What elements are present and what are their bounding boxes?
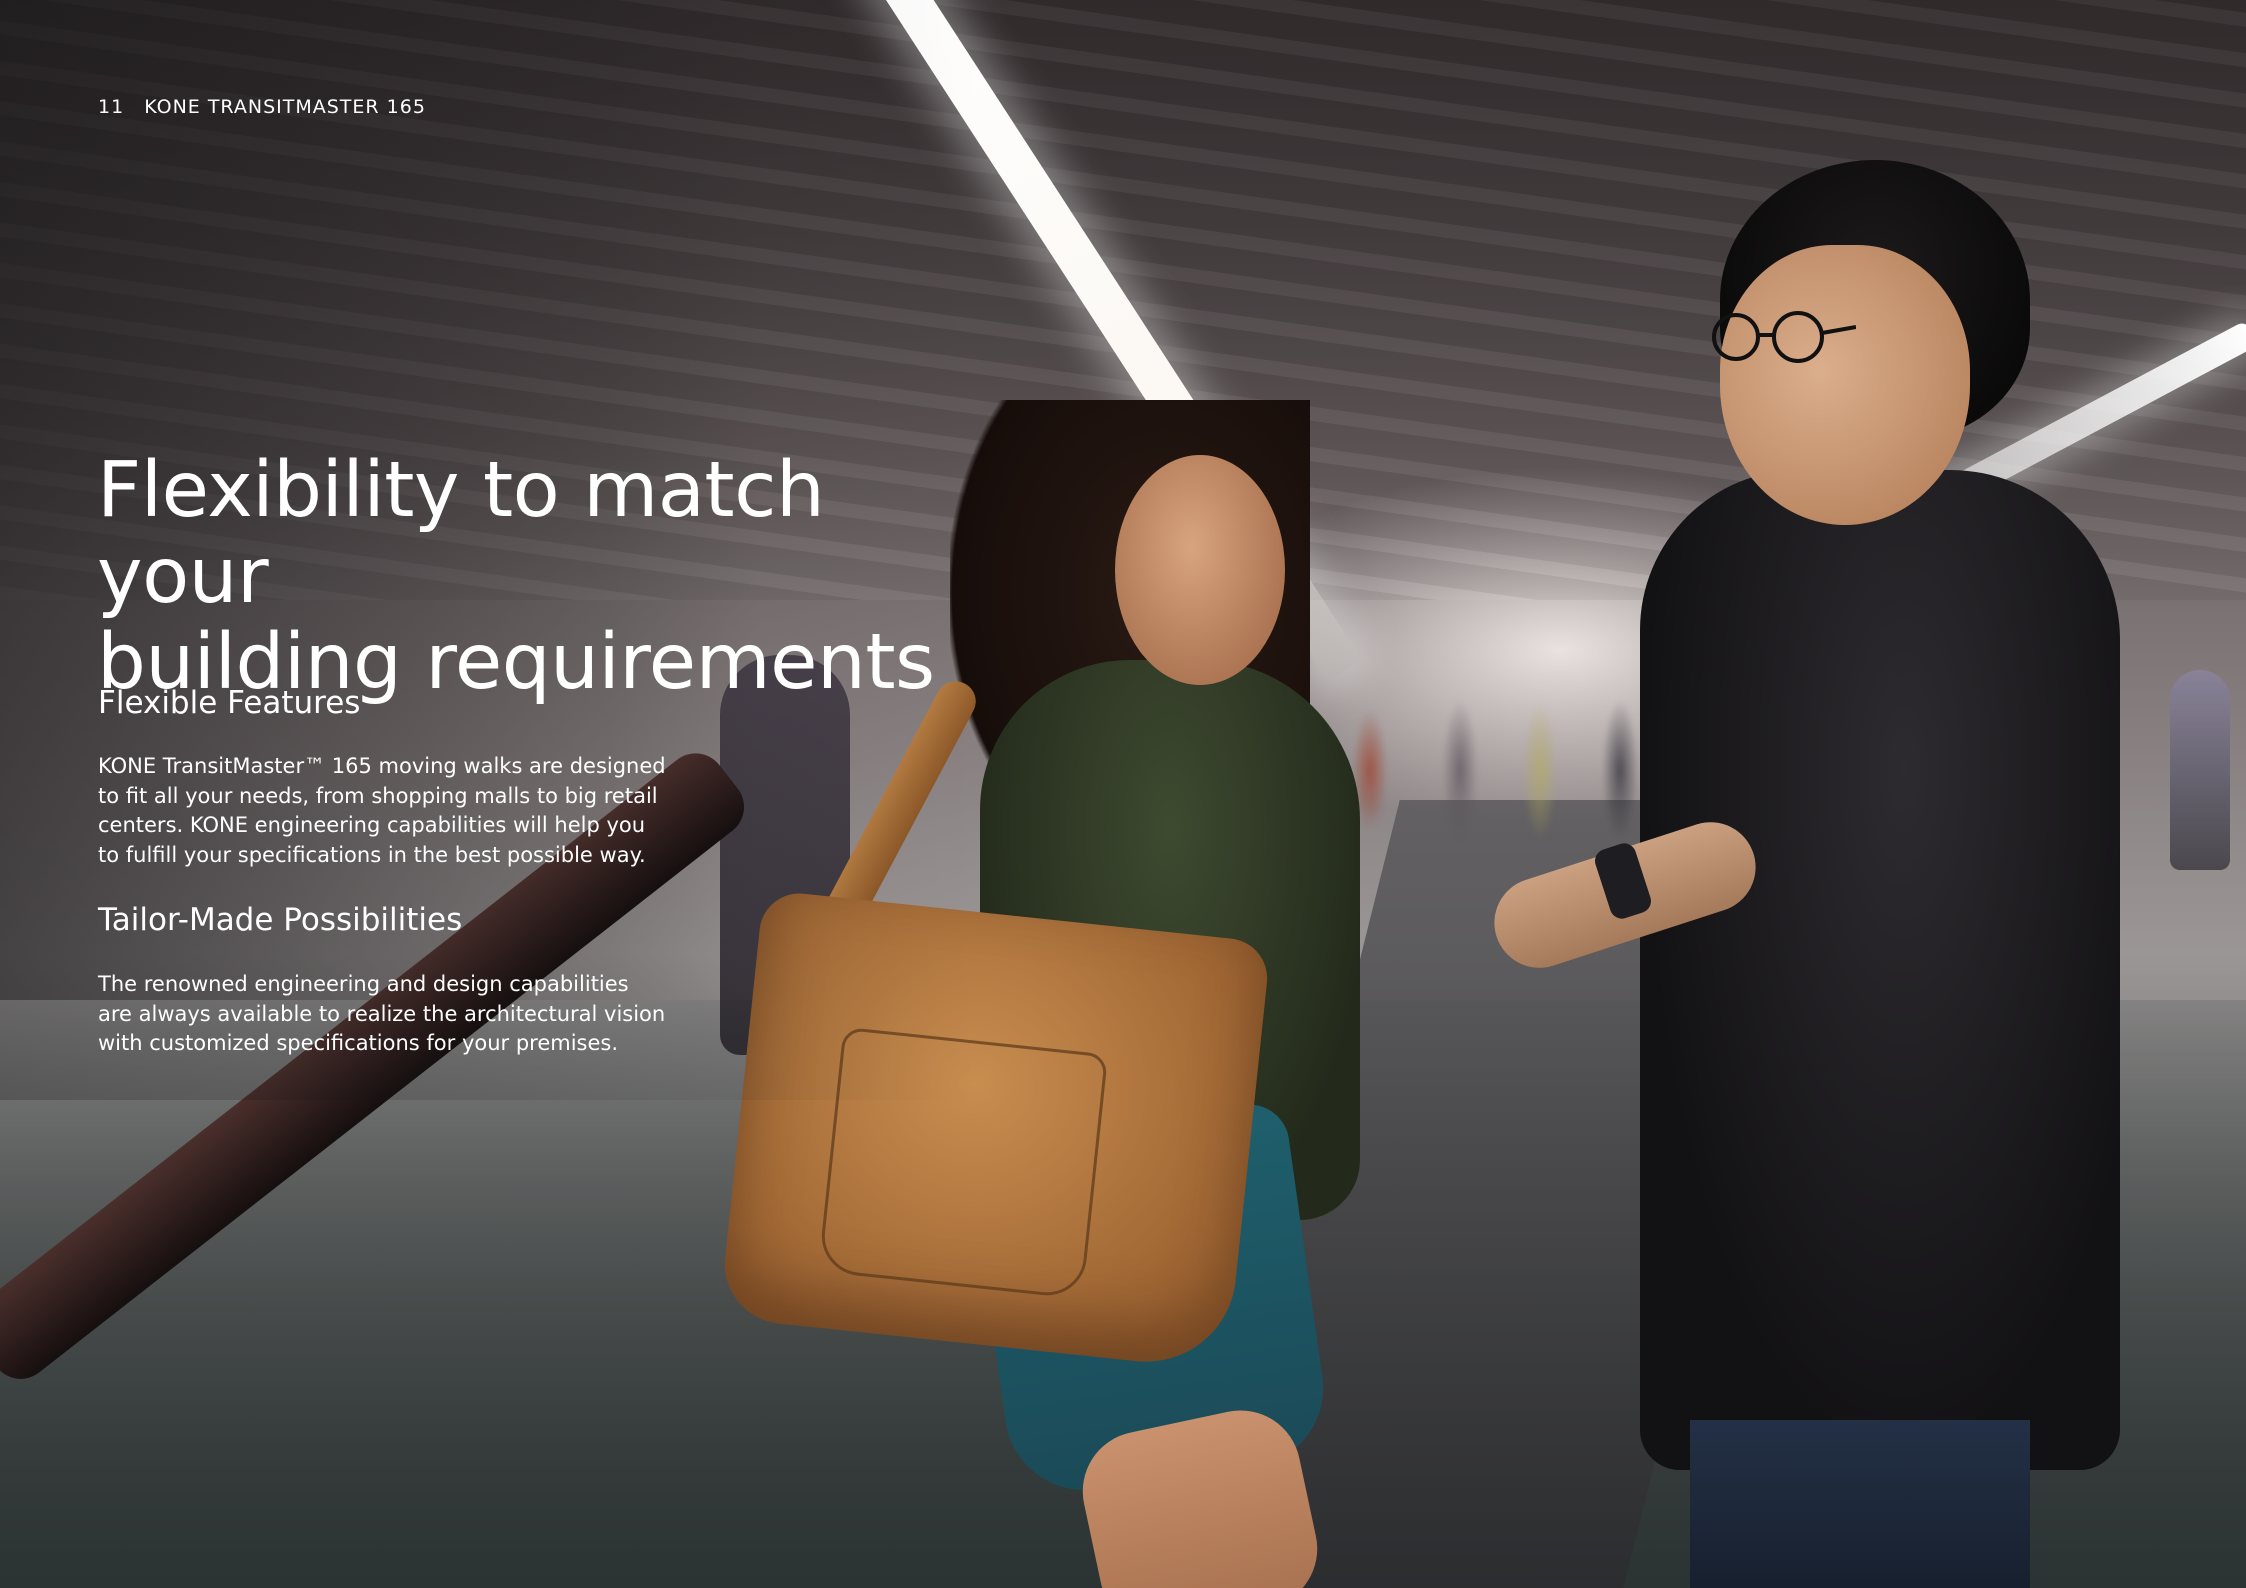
brochure-page: 11 KONE TRANSITMASTER 165 Flexibility to…: [0, 0, 2246, 1588]
product-name: KONE TRANSITMASTER 165: [144, 96, 426, 118]
section-heading-flexible-features: Flexible Features: [98, 685, 361, 721]
glasses-icon: [1712, 311, 1856, 363]
background-person-right: [2170, 670, 2230, 870]
woman-face: [1115, 455, 1285, 685]
page-title: Flexibility to match your building requi…: [97, 448, 997, 706]
section-body-flexible-features: KONE TransitMaster™ 165 moving walks are…: [98, 754, 666, 867]
man-jacket: [1640, 470, 2120, 1470]
title-line-1: Flexibility to match your: [97, 446, 825, 621]
section-heading-tailor-made: Tailor-Made Possibilities: [98, 902, 463, 938]
background-crowd: [1340, 690, 1680, 850]
page-number: 11: [98, 96, 125, 118]
section-body-tailor-made: The renowned engineering and design capa…: [98, 972, 666, 1055]
man-face: [1720, 245, 1970, 525]
page-header: 11 KONE TRANSITMASTER 165: [98, 96, 426, 118]
man-jeans: [1690, 1420, 2030, 1588]
